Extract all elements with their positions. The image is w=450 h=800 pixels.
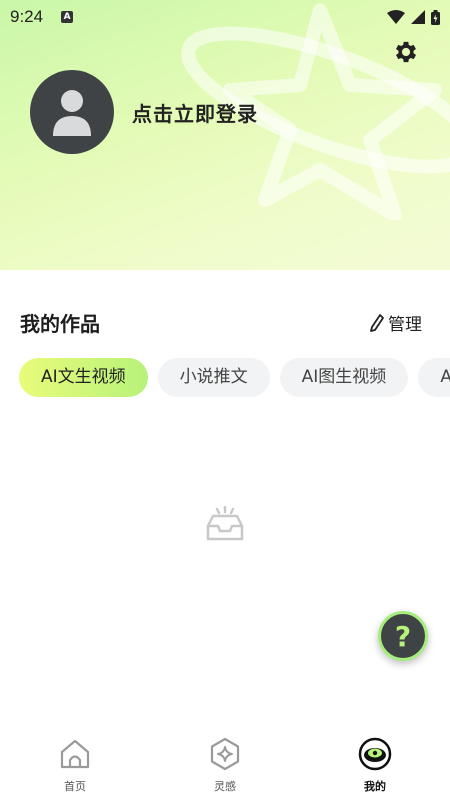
help-label: ?	[394, 619, 412, 653]
tab-ai-image-to-video[interactable]: AI图生视频	[279, 358, 409, 397]
avatar[interactable]	[30, 70, 114, 154]
section-title: 我的作品	[20, 312, 100, 336]
tab-novel-promo[interactable]: 小说推文	[157, 358, 270, 397]
tab-ai-more[interactable]: AI	[418, 358, 450, 397]
manage-button[interactable]: 管理	[370, 310, 422, 335]
status-bar: 9:24 A	[0, 0, 450, 34]
notification-icon: A	[61, 11, 74, 23]
wifi-icon	[387, 10, 405, 24]
help-button[interactable]: ?	[378, 611, 428, 661]
nav-item-inspiration[interactable]: 灵感	[185, 736, 265, 794]
status-icons	[387, 9, 440, 25]
works-tabs: AI文生视频 小说推文 AI图生视频 AI	[19, 358, 450, 398]
nav-label-profile: 我的	[364, 780, 386, 793]
login-prompt[interactable]: 点击立即登录	[132, 98, 258, 127]
user-placeholder-icon	[53, 90, 91, 136]
manage-label: 管理	[388, 315, 422, 335]
bottom-nav: 首页 灵感 我的	[0, 730, 450, 800]
nav-item-profile[interactable]: 我的	[335, 736, 415, 794]
section-header: 我的作品 管理	[20, 308, 422, 337]
status-time: 9:24	[10, 7, 44, 26]
settings-button[interactable]	[390, 36, 422, 68]
nav-label-inspiration: 灵感	[214, 780, 236, 793]
inspiration-icon	[210, 737, 240, 771]
nav-item-home[interactable]: 首页	[35, 736, 115, 794]
profile-login-area: 点击立即登录	[30, 70, 258, 154]
gear-icon	[395, 41, 417, 63]
battery-icon	[431, 9, 440, 25]
signal-icon	[411, 10, 425, 24]
profile-icon	[358, 737, 392, 771]
pencil-icon	[370, 313, 384, 332]
tab-ai-text-to-video[interactable]: AI文生视频	[19, 358, 148, 397]
nav-label-home: 首页	[64, 780, 86, 793]
home-icon	[60, 739, 90, 769]
empty-inbox-icon	[206, 506, 244, 541]
my-works-panel: 我的作品 管理 AI文生视频 小说推文 AI图生视频 AI	[0, 270, 450, 730]
